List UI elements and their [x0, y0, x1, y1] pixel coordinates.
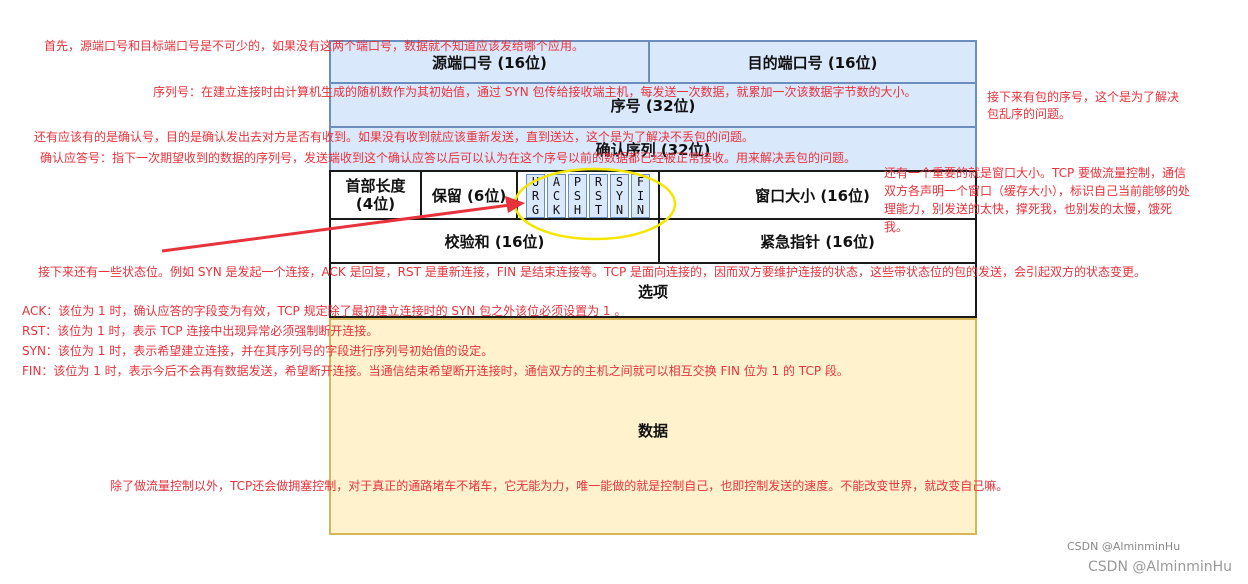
destination-port-label: 目的端口号 (16位) [747, 53, 878, 72]
urgent-pointer-label: 紧急指针 (16位) [760, 232, 875, 251]
flags-group: URG ACK PSH RST SYN FIN [516, 170, 660, 220]
watermark-outer: CSDN @AlminminHu [1088, 559, 1233, 575]
data-label: 数据 [637, 422, 668, 440]
flag-rst: RST [589, 174, 608, 218]
note-sequence-right: 接下来有包的序号，这个是为了解决包乱序的问题。 [987, 90, 1180, 121]
note-ack-definition: 确认应答号：指下一次期望收到的数据的序列号，发送端收到这个确认应答以后可以认为在… [40, 151, 857, 165]
checksum-label: 校验和 (16位) [444, 232, 545, 251]
flag-ack: ACK [547, 174, 566, 218]
flag-psh: PSH [568, 174, 587, 218]
header-length-field: 首部长度 (4位) [329, 170, 422, 220]
note-flags-intro: 接下来还有一些状态位。例如 SYN 是发起一个连接，ACK 是回复，RST 是重… [38, 265, 1147, 279]
note-ack-flag: ACK：该位为 1 时，确认应答的字段变为有效，TCP 规定除了最初建立连接时的… [22, 304, 627, 318]
watermark-inner: CSDN @AlminminHu [1067, 540, 1181, 553]
flag-fin: FIN [631, 174, 650, 218]
window-size-label: 窗口大小 (16位) [755, 186, 870, 205]
flag-urg: URG [526, 174, 545, 218]
header-length-bits: (4位) [355, 195, 396, 213]
note-congestion: 除了做流量控制以外，TCP还会做拥塞控制，对于真正的通路堵车不堵车，它无能为力，… [110, 479, 1009, 493]
flag-syn: SYN [610, 174, 629, 218]
note-ack-intro: 还有应该有的是确认号，目的是确认发出去对方是否有收到。如果没有收到就应该重新发送… [34, 130, 755, 144]
note-sequence: 序列号：在建立连接时由计算机生成的随机数作为其初始值，通过 SYN 包传给接收端… [153, 85, 917, 99]
note-window: 还有一个重要的就是窗口大小。TCP 要做流量控制，通信双方各声明一个窗口（缓存大… [884, 166, 1191, 234]
checksum-field: 校验和 (16位) [329, 218, 660, 264]
note-ports: 首先，源端口号和目标端口号是不可少的，如果没有这两个端口号，数据就不知道应该发给… [44, 39, 585, 53]
note-rst-flag: RST：该位为 1 时，表示 TCP 连接中出现异常必须强制断开连接。 [22, 324, 379, 338]
note-syn-flag: SYN：该位为 1 时，表示希望建立连接，并在其序列号的字段进行序列号初始值的设… [22, 344, 494, 358]
reserved-label: 保留 (6位) [431, 186, 507, 205]
options-label: 选项 [637, 283, 668, 301]
reserved-field: 保留 (6位) [420, 170, 518, 220]
header-length-label: 首部长度 [345, 177, 406, 195]
destination-port-field: 目的端口号 (16位) [648, 40, 977, 84]
note-fin-flag: FIN：该位为 1 时，表示今后不会再有数据发送，希望断开连接。当通信结束希望断… [22, 364, 849, 378]
